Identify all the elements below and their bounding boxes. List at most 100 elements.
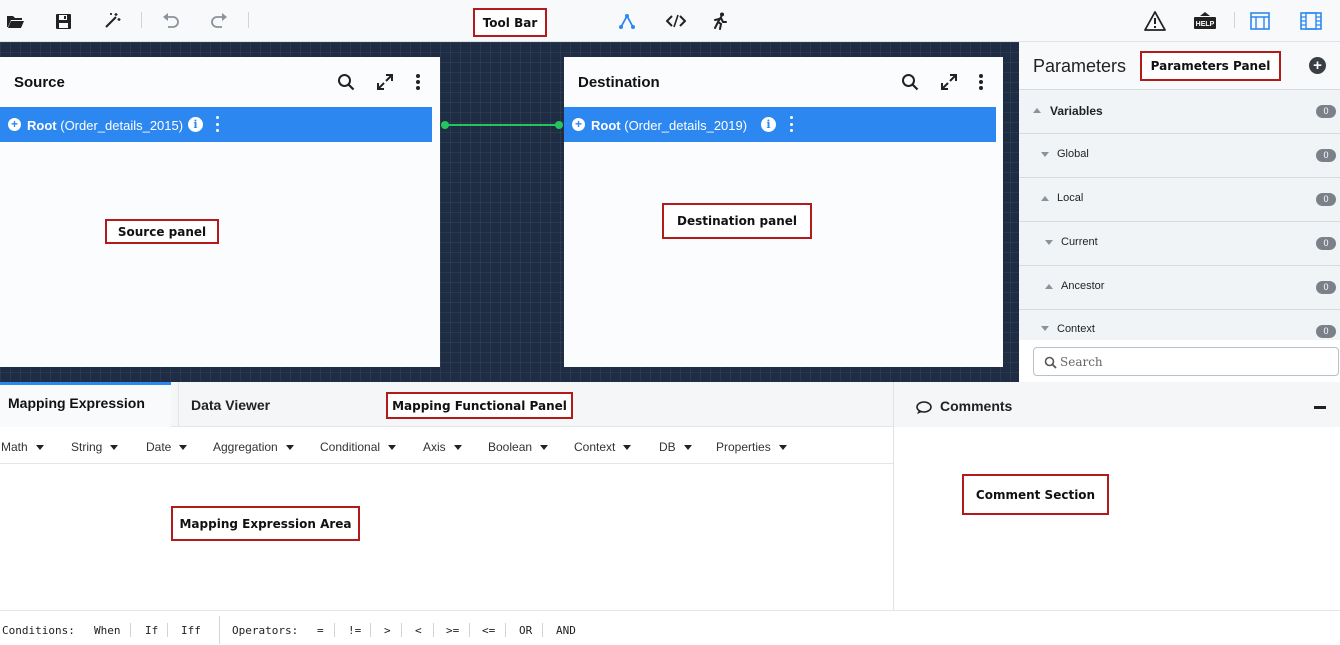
info-icon[interactable]: i [188, 117, 203, 132]
search-icon [1044, 356, 1057, 369]
operator-greater[interactable]: > [384, 624, 391, 637]
parameters-search-box[interactable]: Search [1033, 347, 1339, 376]
operator-equals[interactable]: = [317, 624, 324, 637]
divider [219, 616, 220, 644]
condition-iff[interactable]: Iff [181, 624, 201, 637]
operator-not-equals[interactable]: != [348, 624, 361, 637]
connector-end-dot [555, 121, 563, 129]
source-root-name: (Order_details_2015) [60, 118, 184, 133]
function-label: String [71, 440, 103, 454]
function-conditional[interactable]: Conditional [320, 440, 397, 454]
add-circle-icon[interactable]: + [572, 118, 585, 131]
param-label: Variables [1050, 104, 1103, 118]
expand-icon [1041, 152, 1049, 157]
chevron-down-icon [110, 445, 119, 451]
undo-icon[interactable] [160, 10, 182, 32]
info-icon[interactable]: i [761, 117, 776, 132]
search-wrapper: Search [1019, 340, 1340, 382]
function-aggregation[interactable]: Aggregation [213, 440, 294, 454]
layout-icon[interactable] [1249, 10, 1271, 32]
code-icon[interactable] [665, 10, 687, 32]
function-context[interactable]: Context [574, 440, 632, 454]
search-icon[interactable] [899, 71, 921, 93]
function-label: Axis [423, 440, 446, 454]
expand-icon [1045, 240, 1053, 245]
mapping-connector-line[interactable] [445, 124, 559, 126]
count-badge: 0 [1316, 193, 1336, 206]
chevron-down-icon [453, 445, 462, 451]
operator-or[interactable]: OR [519, 624, 532, 637]
function-label: Aggregation [213, 440, 278, 454]
search-icon[interactable] [335, 71, 357, 93]
operator-and[interactable]: AND [556, 624, 576, 637]
conditions-label: Conditions: [2, 624, 75, 637]
add-circle-icon[interactable]: + [8, 118, 21, 131]
tab-data-viewer[interactable]: Data Viewer [179, 382, 379, 427]
tab-label: Data Viewer [191, 397, 271, 413]
source-root-node[interactable]: + Root (Order_details_2015) i [0, 107, 432, 142]
operator-less-equal[interactable]: <= [482, 624, 495, 637]
chevron-down-icon [778, 445, 787, 451]
redo-icon[interactable] [208, 10, 230, 32]
mapping-canvas[interactable]: Source + Root (Order_details_2015) i Des… [0, 42, 1019, 382]
param-label: Local [1057, 192, 1084, 204]
function-string[interactable]: String [71, 440, 119, 454]
expand-icon[interactable] [374, 71, 396, 93]
help-icon[interactable]: HELP [1193, 10, 1217, 32]
count-badge: 0 [1316, 149, 1336, 162]
function-db[interactable]: DB [659, 440, 692, 454]
chevron-down-icon [623, 445, 632, 451]
function-properties[interactable]: Properties [716, 440, 787, 454]
tab-mapping-expression[interactable]: Mapping Expression [0, 382, 171, 427]
param-row-variables[interactable]: Variables 0 [1019, 90, 1340, 134]
source-panel: Source + Root (Order_details_2015) i [0, 57, 440, 367]
toolbar-divider [1234, 12, 1235, 28]
source-root-label: Root [27, 118, 57, 133]
comment-section[interactable] [894, 427, 1340, 610]
divider [334, 623, 335, 637]
chevron-down-icon [35, 445, 44, 451]
more-options-icon[interactable] [970, 71, 992, 93]
run-icon[interactable] [709, 10, 731, 32]
annotation-comment-section: Comment Section [962, 474, 1109, 515]
count-badge: 0 [1316, 105, 1336, 118]
function-boolean[interactable]: Boolean [488, 440, 549, 454]
root-more-icon[interactable] [215, 116, 219, 132]
chevron-down-icon [285, 445, 294, 451]
condition-when[interactable]: When [94, 624, 121, 637]
more-options-icon[interactable] [407, 71, 429, 93]
param-row-current[interactable]: Current 0 [1019, 222, 1340, 266]
operator-greater-equal[interactable]: >= [446, 624, 459, 637]
param-row-context[interactable]: Context 0 [1019, 310, 1340, 340]
operator-less[interactable]: < [415, 624, 422, 637]
warning-icon[interactable] [1144, 10, 1166, 32]
param-label: Context [1057, 323, 1095, 335]
root-more-icon[interactable] [789, 116, 793, 132]
expand-icon[interactable] [938, 71, 960, 93]
function-axis[interactable]: Axis [423, 440, 462, 454]
comments-title: Comments [940, 398, 1013, 414]
collapse-comments-button[interactable] [1314, 406, 1326, 409]
param-row-global[interactable]: Global 0 [1019, 134, 1340, 178]
condition-if[interactable]: If [145, 624, 158, 637]
function-label: Math [1, 440, 28, 454]
film-layout-icon[interactable] [1300, 10, 1322, 32]
function-math[interactable]: Math [1, 440, 44, 454]
count-badge: 0 [1316, 325, 1336, 338]
add-parameter-icon[interactable]: + [1309, 57, 1326, 74]
source-title: Source [14, 74, 65, 91]
function-date[interactable]: Date [146, 440, 188, 454]
save-icon[interactable] [52, 10, 74, 32]
count-badge: 0 [1316, 237, 1336, 250]
param-row-local[interactable]: Local 0 [1019, 178, 1340, 222]
divider [167, 623, 168, 637]
mapping-expression-area[interactable] [0, 464, 893, 610]
param-label: Ancestor [1061, 280, 1105, 292]
annotation-parameters-panel: Parameters Panel [1140, 51, 1281, 81]
divider [433, 623, 434, 637]
magic-wand-icon[interactable] [101, 10, 123, 32]
mapping-icon[interactable] [616, 10, 638, 32]
folder-open-icon[interactable] [4, 10, 26, 32]
destination-root-node[interactable]: + Root (Order_details_2019) i [564, 107, 996, 142]
param-row-ancestor[interactable]: Ancestor 0 [1019, 266, 1340, 310]
